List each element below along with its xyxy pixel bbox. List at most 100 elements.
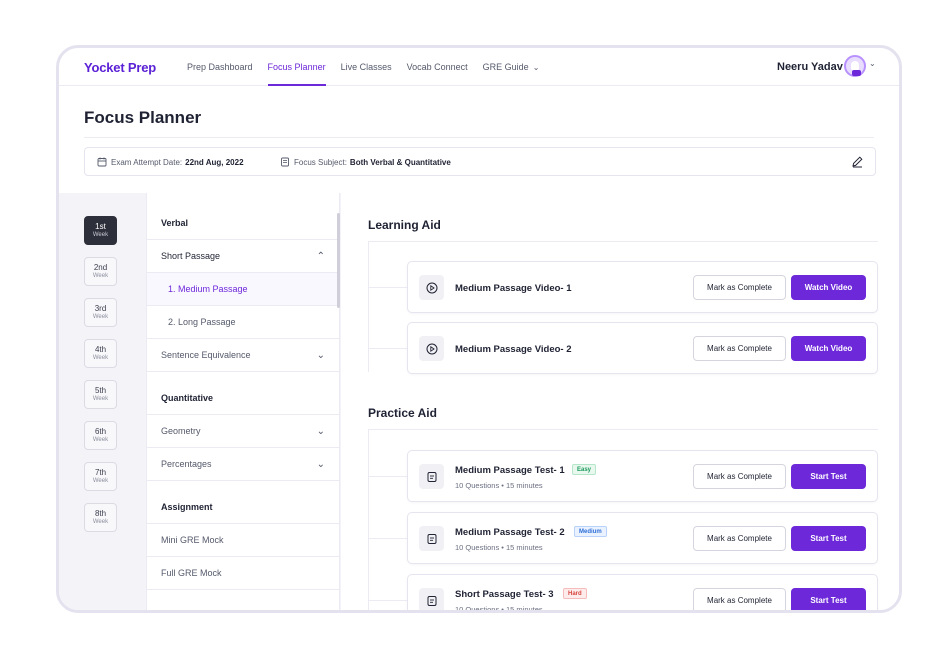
learning-item-card: Medium Passage Video- 2 Mark as Complete… (407, 322, 878, 374)
week-label: Week (92, 396, 109, 402)
week-label: Week (92, 437, 109, 443)
exam-date-value: 22nd Aug, 2022 (185, 157, 244, 167)
topic-full-gre-mock[interactable]: Full GRE Mock (147, 557, 339, 590)
book-icon (281, 157, 289, 167)
focus-subject-label: Focus Subject: (294, 157, 347, 167)
chevron-down-icon: ⌄ (316, 459, 325, 470)
week-button-4[interactable]: 4th Week (84, 339, 117, 368)
topic-label: Sentence Equivalence (161, 350, 251, 360)
user-name[interactable]: Neeru Yadav (777, 61, 843, 73)
topic-list: Verbal Short Passage ⌃ 1. Medium Passage … (146, 193, 340, 610)
subtopic-long-passage[interactable]: 2. Long Passage (147, 306, 339, 339)
item-meta: 10 Questions • 15 minutes (455, 543, 543, 552)
item-title: Medium Passage Video- 1 (455, 283, 572, 294)
item-meta: 10 Questions • 15 minutes (455, 605, 543, 613)
mark-complete-button[interactable]: Mark as Complete (693, 464, 786, 489)
exam-info-card: Exam Attempt Date: 22nd Aug, 2022 Focus S… (84, 147, 876, 176)
chevron-down-icon: ⌄ (532, 63, 540, 72)
topic-label: Short Passage (161, 251, 221, 261)
avatar-badge (852, 70, 861, 76)
topic-short-passage[interactable]: Short Passage ⌃ (147, 240, 339, 273)
page-title: Focus Planner (84, 108, 202, 127)
subtopic-medium-passage[interactable]: 1. Medium Passage (147, 273, 339, 306)
difficulty-badge: Hard (563, 588, 587, 599)
exam-date-label: Exam Attempt Date: (111, 157, 183, 167)
nav-prep-dashboard[interactable]: Prep Dashboard (187, 48, 253, 86)
watch-video-button[interactable]: Watch Video (791, 275, 866, 300)
difficulty-badge: Medium (574, 526, 607, 537)
week-label: Week (92, 519, 109, 525)
start-test-button[interactable]: Start Test (791, 588, 866, 610)
play-icon (419, 275, 444, 300)
week-num: 7th (94, 468, 107, 477)
practice-item-card: Medium Passage Test- 2 Medium 10 Questio… (407, 512, 878, 564)
nav-gre-guide[interactable]: GRE Guide ⌄ (483, 48, 540, 86)
week-button-3[interactable]: 3rd Week (84, 298, 117, 327)
test-icon (419, 464, 444, 489)
tree-line (368, 600, 407, 601)
divider (368, 429, 878, 430)
test-icon (419, 588, 444, 610)
week-num: 5th (94, 386, 107, 395)
week-button-2[interactable]: 2nd Week (84, 257, 117, 286)
focus-subject-value: Both Verbal & Quantitative (349, 157, 451, 167)
topic-section-verbal: Verbal (147, 207, 339, 240)
topic-sentence-equivalence[interactable]: Sentence Equivalence ⌄ (147, 339, 339, 372)
week-num: 8th (94, 509, 107, 518)
week-label: Week (92, 273, 109, 279)
mark-complete-button[interactable]: Mark as Complete (693, 275, 786, 300)
week-label: Week (92, 314, 109, 320)
week-num: 1st (95, 222, 106, 231)
tree-line (368, 476, 407, 477)
nav-vocab-connect[interactable]: Vocab Connect (407, 48, 468, 86)
tree-line (368, 538, 407, 539)
topic-section-quantitative: Quantitative (147, 382, 339, 415)
item-title: Medium Passage Test- 1 (455, 465, 565, 476)
week-label: Week (92, 232, 109, 238)
week-num: 4th (94, 345, 107, 354)
chevron-down-icon[interactable]: ⌄ (869, 59, 876, 68)
chevron-up-icon: ⌃ (316, 251, 325, 262)
logo[interactable]: Yocket Prep (84, 60, 156, 75)
app-window: Yocket Prep Prep Dashboard Focus Planner… (56, 45, 902, 613)
mark-complete-button[interactable]: Mark as Complete (693, 336, 786, 361)
week-button-8[interactable]: 8th Week (84, 503, 117, 532)
start-test-button[interactable]: Start Test (791, 464, 866, 489)
week-num: 3rd (94, 304, 107, 313)
nav-focus-planner[interactable]: Focus Planner (267, 48, 326, 86)
item-title-wrap: Medium Passage Test- 2 Medium (455, 526, 607, 538)
mark-complete-button[interactable]: Mark as Complete (693, 588, 786, 610)
mark-complete-button[interactable]: Mark as Complete (693, 526, 786, 551)
topic-label: Geometry (161, 426, 201, 436)
topic-section-assignment: Assignment (147, 491, 339, 524)
topic-geometry[interactable]: Geometry ⌄ (147, 415, 339, 448)
avatar-icon[interactable] (844, 55, 866, 77)
learning-aid-title: Learning Aid (368, 218, 441, 232)
nav-links: Prep Dashboard Focus Planner Live Classe… (187, 48, 554, 86)
week-button-1[interactable]: 1st Week (84, 216, 117, 245)
week-button-5[interactable]: 5th Week (84, 380, 117, 409)
play-icon (419, 336, 444, 361)
week-button-6[interactable]: 6th Week (84, 421, 117, 450)
week-num: 2nd (93, 263, 108, 272)
tree-line (368, 242, 369, 372)
practice-item-card: Short Passage Test- 3 Hard 10 Questions … (407, 574, 878, 613)
edit-icon[interactable] (851, 155, 864, 168)
scrollbar[interactable] (337, 213, 340, 308)
week-num: 6th (94, 427, 107, 436)
item-meta: 10 Questions • 15 minutes (455, 481, 543, 490)
week-label: Week (92, 355, 109, 361)
practice-item-card: Medium Passage Test- 1 Easy 10 Questions… (407, 450, 878, 502)
topic-mini-gre-mock[interactable]: Mini GRE Mock (147, 524, 339, 557)
watch-video-button[interactable]: Watch Video (791, 336, 866, 361)
nav-live-classes[interactable]: Live Classes (341, 48, 392, 86)
item-title-wrap: Short Passage Test- 3 Hard (455, 588, 587, 600)
divider (84, 137, 874, 138)
topic-label: Percentages (161, 459, 212, 469)
tree-line (368, 430, 369, 610)
week-button-7[interactable]: 7th Week (84, 462, 117, 491)
item-title: Medium Passage Video- 2 (455, 344, 572, 355)
start-test-button[interactable]: Start Test (791, 526, 866, 551)
tree-line (368, 348, 407, 349)
topic-percentages[interactable]: Percentages ⌄ (147, 448, 339, 481)
